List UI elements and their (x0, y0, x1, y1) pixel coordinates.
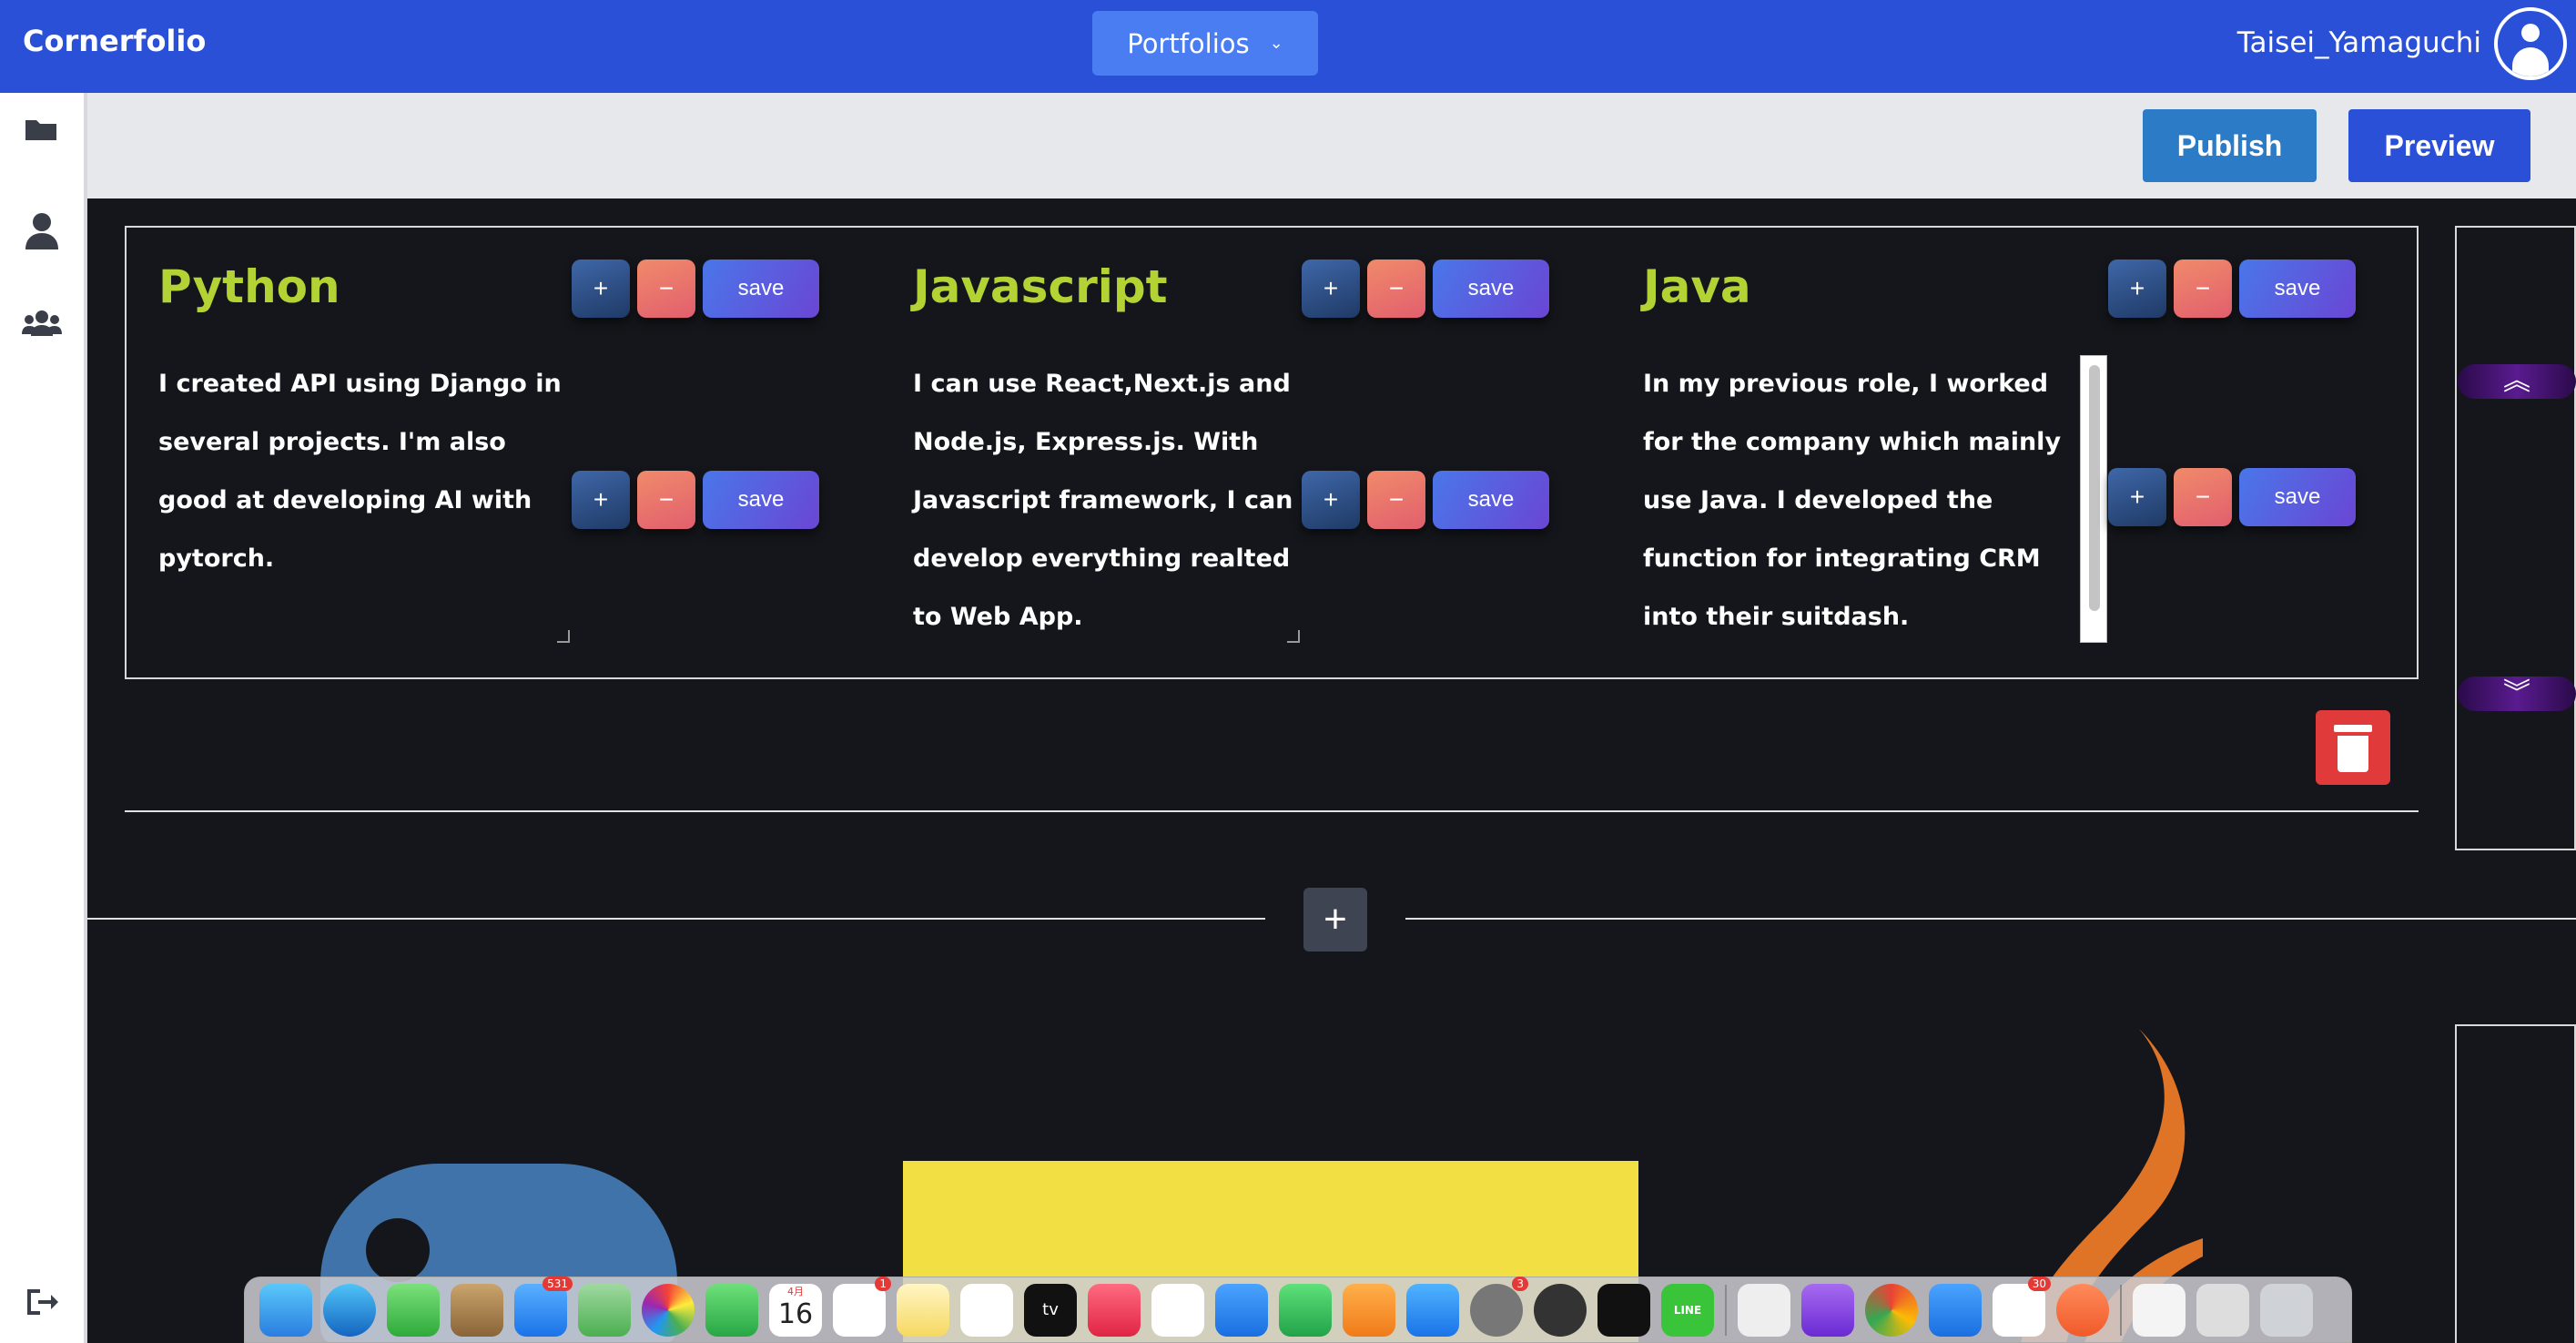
keynote-icon[interactable] (1215, 1283, 1268, 1337)
text-save-button[interactable]: save (1433, 471, 1549, 529)
slack-icon[interactable]: 30 (1993, 1276, 2051, 1337)
move-down-icon[interactable]: ︾ (2458, 677, 2576, 711)
chevron-down-icon: ⌄ (1269, 34, 1283, 53)
logout-icon[interactable] (22, 1286, 62, 1326)
calendar-month: 4月 (787, 1285, 804, 1297)
tableplus-icon[interactable] (1534, 1283, 1587, 1337)
user-avatar-icon[interactable] (2494, 7, 2567, 80)
divider (125, 810, 2419, 812)
drawing-app-icon[interactable] (2056, 1283, 2109, 1337)
move-up-icon[interactable]: ︽ (2458, 364, 2576, 399)
divider (1405, 918, 2576, 920)
facetime-icon[interactable] (705, 1283, 758, 1337)
top-bar: Cornerfolio Portfolios ⌄ Taisei_Yamaguch… (0, 0, 2576, 93)
vscode-icon[interactable] (1929, 1283, 1982, 1337)
freeform-icon[interactable] (960, 1283, 1013, 1337)
title-plus-button[interactable]: + (1302, 259, 1360, 318)
terminal-icon[interactable] (1597, 1283, 1650, 1337)
title-minus-button[interactable]: − (2174, 259, 2232, 318)
reminders-badge: 1 (875, 1276, 891, 1291)
screenshot-stack-icon[interactable] (2196, 1283, 2249, 1337)
username: Taisei_Yamaguchi (2236, 26, 2481, 59)
messages-icon[interactable] (387, 1283, 440, 1337)
text-plus-button[interactable]: + (2108, 468, 2166, 526)
sidebar (0, 93, 87, 1343)
mail-icon[interactable]: 531 (514, 1276, 573, 1337)
dock-separator (1725, 1284, 1727, 1336)
add-section-button[interactable]: + (1303, 888, 1367, 951)
text-minus-button[interactable]: − (1367, 471, 1425, 529)
dropdown-label: Portfolios (1127, 27, 1250, 59)
title-minus-button[interactable]: − (1367, 259, 1425, 318)
system-settings-icon[interactable]: 3 (1470, 1276, 1528, 1337)
portfolios-dropdown[interactable]: Portfolios ⌄ (1092, 11, 1318, 76)
title-minus-button[interactable]: − (637, 259, 695, 318)
pages-icon[interactable] (1343, 1283, 1395, 1337)
text-save-button[interactable]: save (2239, 468, 2356, 526)
calendar-day: 16 (777, 1297, 814, 1330)
unity-icon[interactable] (1738, 1283, 1790, 1337)
calendar-icon[interactable]: 4月 16 (769, 1283, 822, 1337)
publish-button[interactable]: Publish (2143, 109, 2317, 182)
delete-section-button[interactable] (2316, 710, 2390, 785)
safari-icon[interactable] (323, 1283, 376, 1337)
column-text[interactable]: In my previous role, I worked for the co… (1643, 355, 2071, 646)
settings-badge: 3 (1512, 1276, 1528, 1291)
folder-icon[interactable] (22, 113, 62, 153)
preview-button[interactable]: Preview (2348, 109, 2530, 182)
chrome-icon[interactable] (1865, 1283, 1918, 1337)
line-label: LINE (1673, 1303, 1702, 1317)
title-save-button[interactable]: save (703, 259, 819, 318)
section-move-panel (2455, 226, 2576, 850)
photos-icon[interactable] (642, 1283, 695, 1337)
app-store-icon[interactable] (1406, 1283, 1459, 1337)
text-minus-button[interactable]: − (2174, 468, 2232, 526)
divider (87, 918, 1265, 920)
appletv-label: tv (1042, 1299, 1059, 1319)
line-icon[interactable]: LINE (1661, 1283, 1714, 1337)
dock-separator (2120, 1284, 2122, 1336)
notes-icon[interactable] (897, 1283, 949, 1337)
numbers-icon[interactable] (1279, 1283, 1332, 1337)
trash-icon (2334, 725, 2372, 732)
column-text[interactable]: I can use React,Next.js and Node.js, Exp… (913, 355, 1295, 646)
contacts-icon[interactable] (451, 1283, 503, 1337)
title-plus-button[interactable]: + (572, 259, 630, 318)
appletv-icon[interactable]: tv (1024, 1283, 1077, 1337)
section-move-panel (2455, 1024, 2576, 1343)
text-plus-button[interactable]: + (572, 471, 630, 529)
resize-handle[interactable] (557, 630, 570, 643)
text-save-button[interactable]: save (703, 471, 819, 529)
column-title[interactable]: Python (158, 260, 340, 313)
column-title[interactable]: Java (1643, 260, 1751, 313)
user-icon[interactable] (22, 211, 62, 251)
trash-bin-icon[interactable] (2260, 1283, 2313, 1337)
text-plus-button[interactable]: + (1302, 471, 1360, 529)
text-minus-button[interactable]: − (637, 471, 695, 529)
brand-logo[interactable]: Cornerfolio (23, 24, 206, 58)
users-group-icon[interactable] (22, 308, 62, 348)
finder-icon[interactable] (259, 1283, 312, 1337)
title-plus-button[interactable]: + (2108, 259, 2166, 318)
reminders-icon[interactable]: 1 (833, 1276, 891, 1337)
column-title[interactable]: Javascript (913, 260, 1168, 313)
column-text[interactable]: I created API using Django in several pr… (158, 355, 573, 588)
news-icon[interactable] (1151, 1283, 1204, 1337)
maps-icon[interactable] (578, 1283, 631, 1337)
python-logo-eye (366, 1218, 430, 1282)
text-scrollbar[interactable] (2080, 355, 2107, 643)
slack-badge: 30 (2027, 1276, 2051, 1291)
visual-studio-icon[interactable] (1801, 1283, 1854, 1337)
document-icon[interactable] (2133, 1283, 2186, 1337)
title-save-button[interactable]: save (2239, 259, 2356, 318)
resize-handle[interactable] (1287, 630, 1300, 643)
mail-badge: 531 (543, 1276, 573, 1291)
title-save-button[interactable]: save (1433, 259, 1549, 318)
music-icon[interactable] (1088, 1283, 1141, 1337)
macos-dock: 531 4月 16 1 tv 3 LINE 30 (244, 1276, 2352, 1343)
